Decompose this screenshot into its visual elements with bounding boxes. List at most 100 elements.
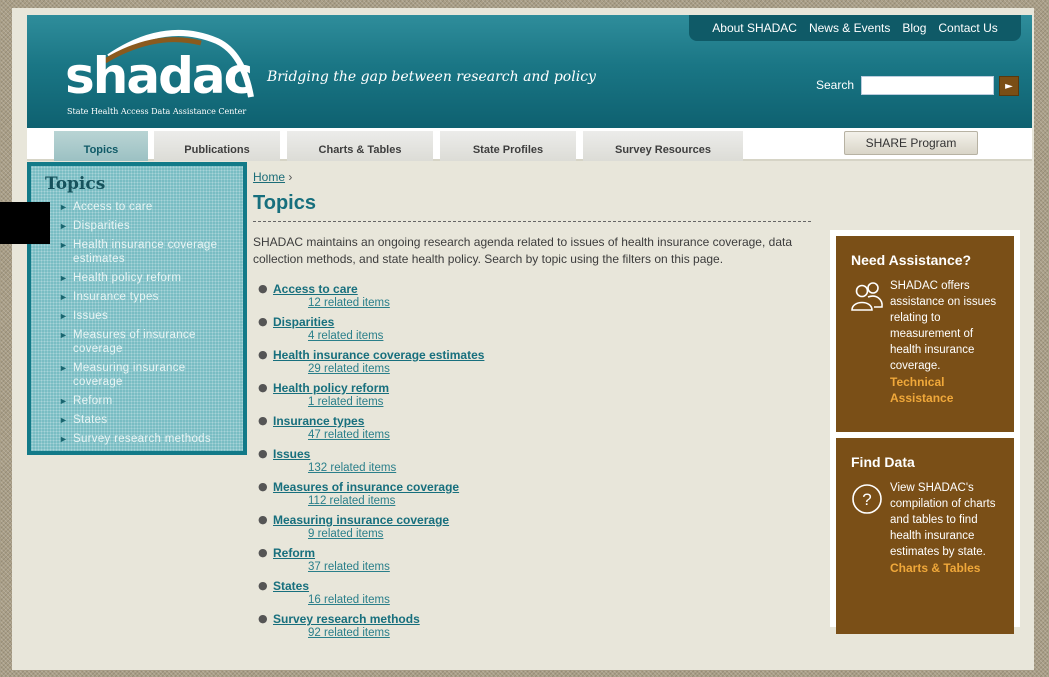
- tab-survey-resources[interactable]: Survey Resources: [583, 131, 743, 161]
- bullet-icon: ●: [258, 282, 268, 295]
- page-title: Topics: [253, 192, 811, 222]
- arrow-right-icon: ►: [59, 330, 68, 340]
- arrow-right-icon: ►: [59, 415, 68, 425]
- shadac-logo[interactable]: shadac State Health Access Data Assistan…: [65, 27, 255, 116]
- search-input[interactable]: [861, 76, 994, 95]
- site-tagline: Bridging the gap between research and po…: [267, 69, 596, 85]
- sidebar-item-disparities[interactable]: ► Disparities: [45, 219, 233, 233]
- topic-link[interactable]: Issues: [273, 447, 813, 461]
- topic-list: ● Access to care 12 related items ● Dispari…: [253, 282, 813, 645]
- topic-count-link[interactable]: 132 related items: [308, 461, 813, 475]
- topic-count-link[interactable]: 29 related items: [308, 362, 813, 376]
- topic-link[interactable]: Measuring insurance coverage: [273, 513, 813, 527]
- topic-count-link[interactable]: 16 related items: [308, 593, 813, 607]
- arrow-right-icon: ►: [59, 292, 68, 302]
- bullet-icon: ●: [258, 513, 268, 526]
- topic-count-link[interactable]: 92 related items: [308, 626, 813, 640]
- topic-link[interactable]: Insurance types: [273, 414, 813, 428]
- people-icon: [851, 282, 883, 311]
- promo-body: SHADAC offers assistance on issues relat…: [890, 280, 997, 372]
- tab-topics[interactable]: Topics: [54, 131, 148, 161]
- arrow-right-icon: ►: [59, 434, 68, 444]
- charts-tables-link[interactable]: Charts & Tables: [890, 560, 1004, 576]
- bullet-icon: ●: [258, 579, 268, 592]
- topic-count-link[interactable]: 9 related items: [308, 527, 813, 541]
- right-sidebar: Need Assistance? SHADAC offers assistanc…: [830, 230, 1020, 634]
- breadcrumb-separator: ›: [288, 170, 293, 184]
- topic-link[interactable]: Disparities: [273, 315, 813, 329]
- logo-subtitle: State Health Access Data Assistance Cent…: [67, 107, 247, 116]
- bullet-icon: ●: [258, 348, 268, 361]
- sidebar-item-measures[interactable]: ► Measures of insurance coverage: [45, 328, 233, 356]
- topic-count-link[interactable]: 112 related items: [308, 494, 813, 508]
- bullet-icon: ●: [258, 612, 268, 625]
- list-item: ● Health policy reform 1 related items: [253, 381, 813, 414]
- breadcrumb: Home ›: [253, 170, 813, 184]
- arrow-right-icon: ►: [59, 363, 68, 373]
- topic-count-link[interactable]: 1 related items: [308, 395, 813, 409]
- topics-sidebar: Topics ► Access to care ► Disparities ► Hea…: [27, 162, 247, 455]
- sidebar-item-measuring[interactable]: ► Measuring insurance coverage: [45, 361, 233, 389]
- sidebar-item-survey-methods[interactable]: ► Survey research methods: [45, 432, 233, 446]
- topic-link[interactable]: Measures of insurance coverage: [273, 480, 813, 494]
- arrow-right-icon: ►: [59, 240, 68, 250]
- sidebar-item-reform[interactable]: ► Reform: [45, 394, 233, 408]
- play-arrow-icon: ►: [1005, 80, 1013, 92]
- topic-link[interactable]: Survey research methods: [273, 612, 813, 626]
- topic-link[interactable]: Reform: [273, 546, 813, 560]
- sidebar-item-coverage-estimates[interactable]: ► Health insurance coverage estimates: [45, 238, 233, 266]
- tab-charts-tables[interactable]: Charts & Tables: [287, 131, 433, 161]
- need-assistance-box: Need Assistance? SHADAC offers assistanc…: [836, 236, 1014, 432]
- list-item: ● Disparities 4 related items: [253, 315, 813, 348]
- main-nav: Topics Publications Charts & Tables Stat…: [27, 128, 1032, 161]
- list-item: ● Health insurance coverage estimates 29 r…: [253, 348, 813, 381]
- share-program-button[interactable]: SHARE Program: [844, 131, 978, 155]
- utility-link-blog[interactable]: Blog: [902, 21, 926, 35]
- breadcrumb-home-link[interactable]: Home: [253, 170, 285, 184]
- utility-link-about[interactable]: About SHADAC: [712, 21, 797, 35]
- list-item: ● Access to care 12 related items: [253, 282, 813, 315]
- search-label: Search: [816, 78, 855, 92]
- list-item: ● Issues 132 related items: [253, 447, 813, 480]
- sidebar-item-states[interactable]: ► States: [45, 413, 233, 427]
- search-submit-button[interactable]: ►: [999, 76, 1019, 96]
- topic-link[interactable]: Health policy reform: [273, 381, 813, 395]
- arrow-right-icon: ►: [59, 273, 68, 283]
- bullet-icon: ●: [258, 315, 268, 328]
- technical-assistance-link[interactable]: Technical Assistance: [890, 374, 1004, 406]
- question-icon: ?: [852, 484, 882, 514]
- site-header: shadac State Health Access Data Assistan…: [27, 15, 1032, 128]
- list-item: ● States 16 related items: [253, 579, 813, 612]
- topic-count-link[interactable]: 4 related items: [308, 329, 813, 343]
- list-item: ● Insurance types 47 related items: [253, 414, 813, 447]
- utility-link-contact[interactable]: Contact Us: [938, 21, 997, 35]
- tab-state-profiles[interactable]: State Profiles: [440, 131, 576, 161]
- bullet-icon: ●: [258, 546, 268, 559]
- promo-title: Need Assistance?: [851, 252, 972, 268]
- list-item: ● Measuring insurance coverage 9 related i…: [253, 513, 813, 546]
- arrow-right-icon: ►: [59, 311, 68, 321]
- sidebar-title: Topics: [45, 174, 106, 194]
- topic-link[interactable]: Access to care: [273, 282, 813, 296]
- logo-wordmark: shadac: [65, 47, 253, 105]
- tab-publications[interactable]: Publications: [154, 131, 280, 161]
- topic-link[interactable]: Health insurance coverage estimates: [273, 348, 813, 362]
- list-item: ● Reform 37 related items: [253, 546, 813, 579]
- topic-link[interactable]: States: [273, 579, 813, 593]
- utility-link-news[interactable]: News & Events: [809, 21, 890, 35]
- topic-count-link[interactable]: 47 related items: [308, 428, 813, 442]
- topic-count-link[interactable]: 37 related items: [308, 560, 813, 574]
- page-intro: SHADAC maintains an ongoing research age…: [253, 235, 792, 266]
- svg-text:?: ?: [862, 490, 871, 509]
- sidebar-item-issues[interactable]: ► Issues: [45, 309, 233, 323]
- utility-nav: About SHADAC News & Events Blog Contact …: [689, 15, 1021, 41]
- list-item: ● Measures of insurance coverage 112 relat…: [253, 480, 813, 513]
- bullet-icon: ●: [258, 480, 268, 493]
- sidebar-item-access-to-care[interactable]: ► Access to care: [45, 200, 233, 214]
- bullet-icon: ●: [258, 447, 268, 460]
- sidebar-item-insurance-types[interactable]: ► Insurance types: [45, 290, 233, 304]
- sidebar-item-policy-reform[interactable]: ► Health policy reform: [45, 271, 233, 285]
- arrow-right-icon: ►: [59, 396, 68, 406]
- find-data-box: Find Data ? View SHADAC's compilation of…: [836, 438, 1014, 634]
- topic-count-link[interactable]: 12 related items: [308, 296, 813, 310]
